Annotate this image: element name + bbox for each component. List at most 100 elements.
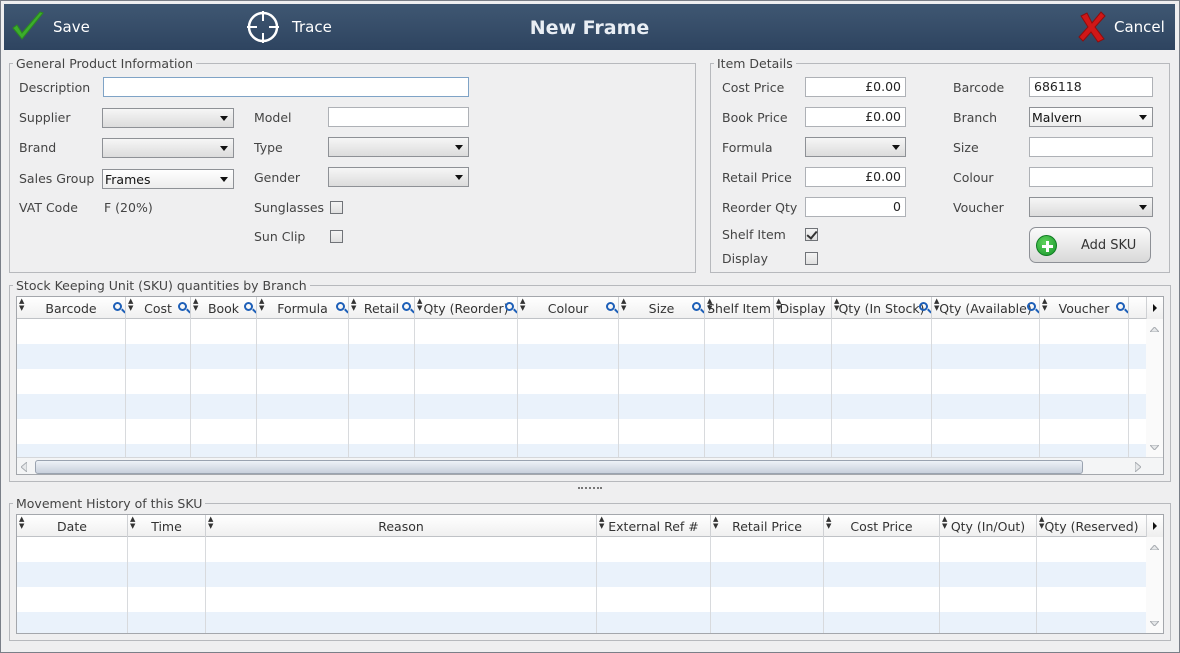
sort-icon[interactable]: ▲ ▼ [1039, 516, 1044, 530]
cost-price-input[interactable]: £0.00 [805, 77, 906, 97]
column-header[interactable]: ▲ ▼ Time [128, 515, 206, 537]
sort-icon[interactable]: ▲ ▼ [19, 298, 24, 312]
column-header[interactable]: ▲ ▼ Colour [518, 297, 619, 319]
sku-scroll-thumb[interactable] [35, 460, 1083, 474]
table-row[interactable] [17, 369, 1146, 394]
search-icon[interactable] [505, 302, 514, 311]
column-header[interactable]: ▲ ▼ Voucher [1040, 297, 1129, 319]
gender-select[interactable] [328, 167, 469, 187]
sort-icon[interactable]: ▲ ▼ [621, 298, 626, 312]
search-icon[interactable] [113, 302, 122, 311]
table-row[interactable] [17, 344, 1146, 369]
sort-icon[interactable]: ▲ ▼ [130, 516, 135, 530]
cancel-button[interactable]: Cancel [1077, 4, 1165, 50]
display-checkbox[interactable] [805, 252, 818, 265]
sku-horizontal-scrollbar[interactable] [17, 457, 1163, 474]
table-row[interactable] [17, 562, 1146, 587]
search-icon[interactable] [919, 302, 928, 311]
retail-price-input[interactable]: £0.00 [805, 167, 906, 187]
voucher-select[interactable] [1029, 197, 1153, 217]
search-icon[interactable] [244, 302, 253, 311]
barcode-input[interactable]: 686118 [1029, 77, 1153, 97]
book-price-input[interactable]: £0.00 [805, 107, 906, 127]
sku-vertical-scrollbar[interactable] [1146, 319, 1163, 457]
table-row[interactable] [17, 394, 1146, 419]
scroll-right-arrow-icon[interactable] [1146, 297, 1163, 319]
column-header[interactable]: ▲ ▼ Qty (Available) [932, 297, 1040, 319]
scroll-right-arrow-icon[interactable] [1146, 515, 1163, 537]
table-row[interactable] [17, 537, 1146, 562]
sun-clip-checkbox[interactable] [330, 230, 343, 243]
sort-icon[interactable]: ▲ ▼ [599, 516, 604, 530]
scroll-down-icon[interactable] [1150, 621, 1159, 626]
movement-vertical-scrollbar[interactable] [1146, 537, 1163, 633]
sort-icon[interactable]: ▲ ▼ [942, 516, 947, 530]
scroll-up-icon[interactable] [1150, 327, 1159, 332]
column-header[interactable]: ▲ ▼ Barcode [17, 297, 126, 319]
sort-icon[interactable]: ▲ ▼ [193, 298, 198, 312]
column-header[interactable]: ▲ ▼ Formula [257, 297, 349, 319]
sort-icon[interactable]: ▲ ▼ [776, 298, 781, 312]
sort-icon[interactable]: ▲ ▼ [351, 298, 356, 312]
sort-icon[interactable]: ▲ ▼ [208, 516, 213, 530]
column-header[interactable]: ▲ ▼ Cost [126, 297, 191, 319]
sort-icon[interactable]: ▲ ▼ [417, 298, 422, 312]
search-icon[interactable] [1116, 302, 1125, 311]
formula-select[interactable] [805, 137, 906, 157]
sort-icon[interactable]: ▲ ▼ [707, 298, 712, 312]
search-icon[interactable] [1027, 302, 1036, 311]
sort-icon[interactable]: ▲ ▼ [259, 298, 264, 312]
column-header[interactable]: ▲ ▼ Qty (Reorder) [415, 297, 518, 319]
search-icon[interactable] [336, 302, 345, 311]
column-header[interactable]: ▲ ▼ Date [17, 515, 128, 537]
column-header[interactable]: ▲ ▼ Display [774, 297, 832, 319]
column-header[interactable]: ▲ ▼ Shelf Item [705, 297, 774, 319]
model-input[interactable] [328, 107, 469, 127]
search-icon[interactable] [692, 302, 701, 311]
scroll-right-icon[interactable] [1135, 462, 1141, 472]
save-button[interactable]: Save [10, 4, 90, 50]
description-input[interactable] [103, 77, 469, 97]
colour-input[interactable] [1029, 167, 1153, 187]
trace-button[interactable]: Trace [246, 4, 332, 50]
column-header[interactable]: ▲ ▼ Qty (In/Out) [940, 515, 1037, 537]
sort-icon[interactable]: ▲ ▼ [1042, 298, 1047, 312]
search-icon[interactable] [606, 302, 615, 311]
movement-grid[interactable]: ▲ ▼ Date ▲ ▼ Time ▲ ▼ Reason ▲ ▼ External Ref # ▲ ▼ Re… [16, 514, 1164, 634]
sort-icon[interactable]: ▲ ▼ [826, 516, 831, 530]
sort-icon[interactable]: ▲ ▼ [713, 516, 718, 530]
reorder-qty-input[interactable]: 0 [805, 197, 906, 217]
branch-select[interactable]: Malvern [1029, 107, 1153, 127]
sort-icon[interactable]: ▲ ▼ [834, 298, 839, 312]
sort-icon[interactable]: ▲ ▼ [128, 298, 133, 312]
search-icon[interactable] [402, 302, 411, 311]
sort-icon[interactable]: ▲ ▼ [520, 298, 525, 312]
column-header[interactable]: ▲ ▼ Book [191, 297, 257, 319]
brand-select[interactable] [102, 138, 234, 158]
table-row[interactable] [17, 419, 1146, 444]
column-header[interactable]: ▲ ▼ Qty (In Stock) [832, 297, 932, 319]
shelf-item-checkbox[interactable] [805, 228, 818, 241]
table-row[interactable] [17, 319, 1146, 344]
table-row[interactable] [17, 587, 1146, 612]
column-header[interactable]: ▲ ▼ Reason [206, 515, 597, 537]
sort-icon[interactable]: ▲ ▼ [934, 298, 939, 312]
splitter-handle[interactable] [578, 487, 602, 490]
column-header[interactable]: ▲ ▼ Qty (Reserved) [1037, 515, 1147, 537]
sku-grid[interactable]: ▲ ▼ Barcode ▲ ▼ Cost ▲ ▼ Book ▲ ▼ Formula ▲ ▼ Retail ▲ ▼… [16, 296, 1164, 475]
column-header[interactable]: ▲ ▼ Retail Price [711, 515, 824, 537]
sales-group-select[interactable]: Frames [102, 169, 234, 189]
sunglasses-checkbox[interactable] [330, 201, 343, 214]
type-select[interactable] [328, 137, 469, 157]
supplier-select[interactable] [102, 108, 234, 128]
column-header[interactable]: ▲ ▼ External Ref # [597, 515, 711, 537]
column-header[interactable]: ▲ ▼ Size [619, 297, 705, 319]
search-icon[interactable] [178, 302, 187, 311]
scroll-left-icon[interactable] [21, 462, 27, 472]
size-input[interactable] [1029, 137, 1153, 157]
scroll-up-icon[interactable] [1150, 545, 1159, 550]
column-header[interactable]: ▲ ▼ Retail [349, 297, 415, 319]
table-row[interactable] [17, 612, 1146, 633]
scroll-down-icon[interactable] [1150, 445, 1159, 450]
add-sku-button[interactable]: Add SKU [1029, 227, 1151, 263]
